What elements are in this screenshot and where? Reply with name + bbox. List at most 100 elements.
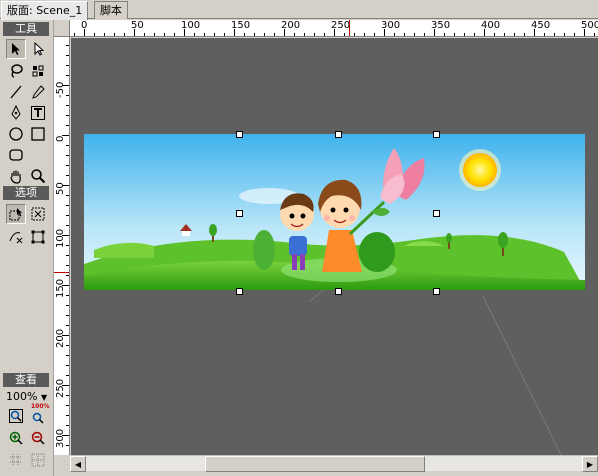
straighten-icon xyxy=(9,232,23,244)
zoom-in-button[interactable] xyxy=(6,428,26,448)
arrow-left-icon: ◀ xyxy=(74,459,82,469)
arrow-right-icon: ▶ xyxy=(586,459,594,469)
zoom-level-value: 100% xyxy=(6,390,38,403)
ruler-tick xyxy=(354,33,355,36)
vertical-ruler[interactable]: -50 0 50 100 150 200 250 300 xyxy=(54,37,70,455)
ruler-tick xyxy=(66,305,69,306)
ruler-tick xyxy=(66,115,69,116)
zoom-level-select[interactable]: 100% ▼ xyxy=(6,390,47,403)
ruler-label: 100 xyxy=(55,228,66,248)
editor-window: 版面: Scene_1 脚本 工具 选项 查看 100% ▼ 100% 0 50… xyxy=(0,0,598,476)
work-area[interactable] xyxy=(71,38,598,455)
selection-handle-middle-left[interactable] xyxy=(236,210,243,217)
subselect-tool[interactable] xyxy=(28,39,48,59)
ruler-tick xyxy=(66,155,69,156)
ruler-label: 200 xyxy=(55,328,66,348)
ruler-tick xyxy=(504,33,505,36)
selection-handle-bottom-left[interactable] xyxy=(236,288,243,295)
ruler-tick xyxy=(66,45,69,46)
ruler-tick xyxy=(66,105,69,106)
ruler-tick xyxy=(66,245,69,246)
selection-handle-top-right[interactable] xyxy=(433,131,440,138)
ruler-tick xyxy=(66,295,69,296)
zoom-out-button[interactable] xyxy=(28,428,48,448)
scroll-right-button[interactable]: ▶ xyxy=(582,456,598,472)
pencil-tool[interactable] xyxy=(28,82,48,102)
ruler-tick xyxy=(66,375,69,376)
smooth-option[interactable] xyxy=(28,204,48,224)
magnifier-100-icon xyxy=(32,412,44,424)
cursor-position-marker xyxy=(54,272,69,273)
rectangle-tool[interactable] xyxy=(28,124,48,144)
rounded-rect-tool[interactable] xyxy=(6,145,26,165)
pen-icon xyxy=(11,105,21,120)
ruler-label: 250 xyxy=(55,378,66,398)
transform-tool[interactable] xyxy=(28,61,48,81)
ruler-label: 0 xyxy=(55,135,66,142)
ruler-tick xyxy=(514,33,515,36)
zoom-tool[interactable] xyxy=(28,166,48,186)
guide-view-button[interactable] xyxy=(28,450,48,470)
transform-icon xyxy=(32,65,44,77)
tab-scene[interactable]: 版面: Scene_1 xyxy=(1,1,89,20)
stage-canvas[interactable] xyxy=(84,134,585,290)
grid-icon xyxy=(10,454,22,466)
rectangle-icon xyxy=(31,127,45,141)
arrow-tool[interactable] xyxy=(6,39,26,59)
ruler-tick xyxy=(424,33,425,36)
ruler-tick xyxy=(544,33,545,36)
tab-script[interactable]: 脚本 xyxy=(94,1,128,19)
grid-view-button[interactable] xyxy=(6,450,26,470)
ruler-tick xyxy=(474,33,475,36)
ruler-tick xyxy=(264,33,265,36)
tab-bar: 版面: Scene_1 脚本 xyxy=(0,0,598,20)
selection-handle-top-left[interactable] xyxy=(236,131,243,138)
selection-handle-middle-right[interactable] xyxy=(433,210,440,217)
horizontal-scrollbar[interactable]: ◀ ▶ xyxy=(70,455,598,472)
ruler-tick xyxy=(404,33,405,36)
ruler-tick xyxy=(524,33,525,36)
selection-handle-bottom-center[interactable] xyxy=(335,288,342,295)
text-tool[interactable] xyxy=(28,103,48,123)
zoom-in-icon xyxy=(9,431,23,445)
magnifier-fit-icon xyxy=(9,409,23,423)
zoom-fit-button[interactable] xyxy=(6,406,26,426)
ruler-label: 300 xyxy=(381,20,401,31)
cursor-position-marker xyxy=(349,20,350,36)
options-header: 选项 xyxy=(3,186,49,200)
ruler-tick xyxy=(94,33,95,36)
ruler-tick xyxy=(66,125,69,126)
lasso-tool[interactable] xyxy=(6,61,26,81)
lasso-icon xyxy=(11,64,23,78)
straighten-option[interactable] xyxy=(6,227,26,247)
hand-tool[interactable] xyxy=(6,166,26,186)
oval-tool[interactable] xyxy=(6,124,26,144)
smooth-icon xyxy=(31,207,45,221)
ruler-tick xyxy=(66,425,69,426)
scroll-left-button[interactable]: ◀ xyxy=(70,456,86,472)
snap-option[interactable] xyxy=(6,204,26,224)
ruler-tick xyxy=(344,33,345,36)
ruler-tick xyxy=(66,405,69,406)
ruler-tick xyxy=(554,33,555,36)
ruler-tick xyxy=(274,33,275,36)
zoom-100-button[interactable]: 100% xyxy=(28,403,50,426)
horizontal-ruler[interactable]: 0 50 100 150 200 250 300 350 400 450 500 xyxy=(54,20,598,37)
ruler-tick xyxy=(66,445,69,446)
subselect-icon xyxy=(34,41,45,56)
ruler-tick xyxy=(454,33,455,36)
ruler-label: 100 xyxy=(181,20,201,31)
ruler-tick xyxy=(154,33,155,36)
rotate-option[interactable] xyxy=(28,227,48,247)
pen-tool[interactable] xyxy=(6,103,26,123)
ruler-tick xyxy=(66,195,69,196)
line-tool[interactable] xyxy=(6,82,26,102)
selection-handle-bottom-right[interactable] xyxy=(433,288,440,295)
scroll-thumb[interactable] xyxy=(205,456,425,472)
ruler-tick xyxy=(164,33,165,36)
selection-handle-top-center[interactable] xyxy=(335,131,342,138)
ruler-corner xyxy=(54,20,70,37)
ruler-tick xyxy=(66,165,69,166)
ruler-tick xyxy=(294,33,295,36)
pencil-icon xyxy=(32,85,45,99)
